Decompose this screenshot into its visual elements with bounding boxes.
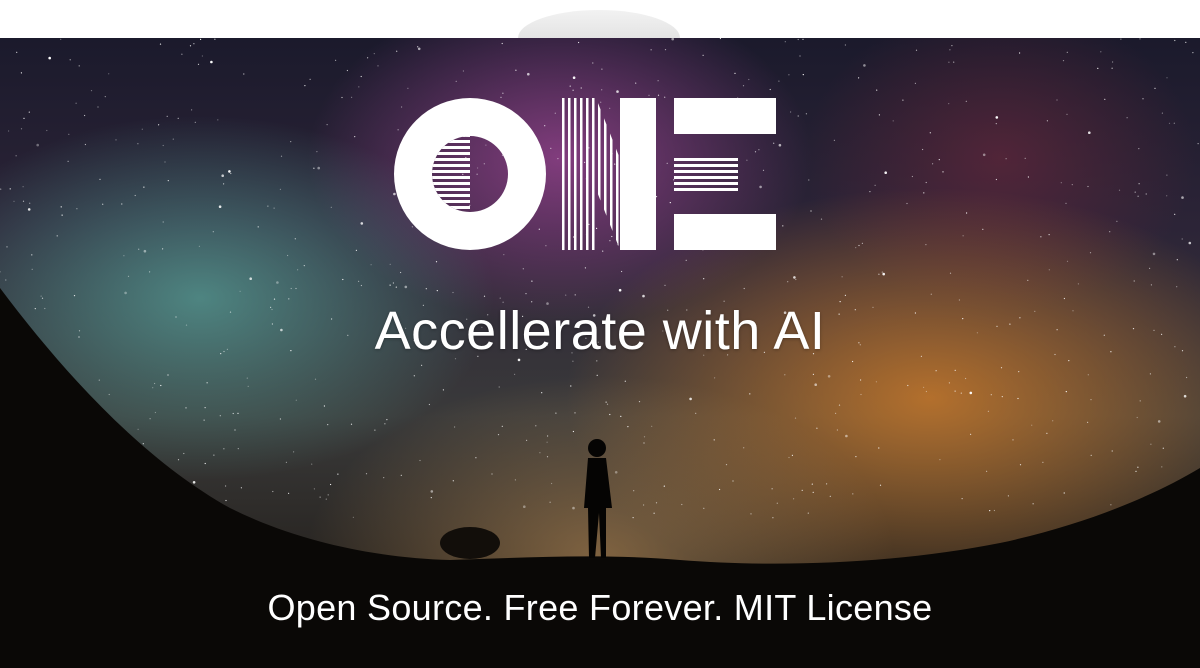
top-bar — [0, 0, 1200, 38]
hero-tagline: Accellerate with AI — [374, 301, 826, 361]
license-tagline: Open Source. Free Forever. MIT License — [267, 587, 933, 628]
hero-banner: Accellerate with AI Open Source. Free Fo… — [0, 38, 1200, 668]
one-logo — [394, 98, 776, 250]
top-tab — [518, 10, 680, 38]
person-silhouette — [584, 439, 612, 558]
